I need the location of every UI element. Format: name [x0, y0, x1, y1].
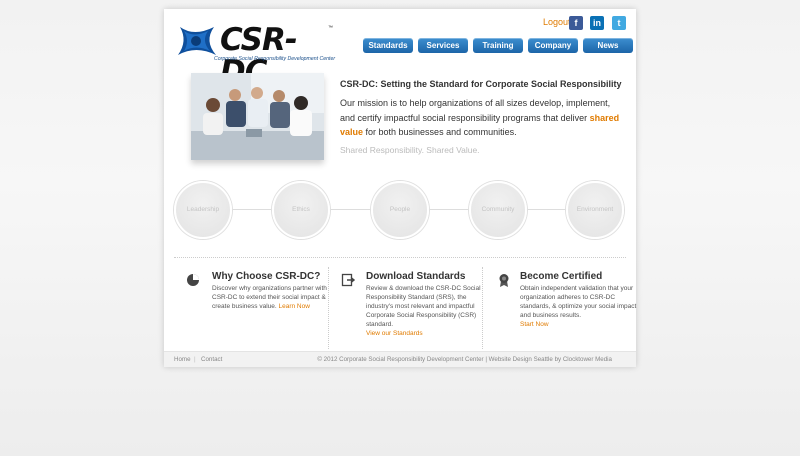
feature-text: Obtain independent validation that your …: [520, 284, 640, 329]
feature-description: Obtain independent validation that your …: [520, 285, 637, 319]
footer-separator: |: [194, 356, 196, 363]
page-container: CSR-DC ™ Corporate Social Responsibility…: [164, 9, 636, 367]
hero-team-photo: [191, 73, 324, 160]
logo-puzzle-icon: [178, 27, 216, 55]
award-ribbon-icon: [499, 274, 509, 287]
nav-training[interactable]: Training: [473, 38, 523, 53]
feature-become-certified: Become Certified Obtain independent vali…: [520, 271, 640, 329]
hero-mission-text: Our mission is to help organizations of …: [340, 96, 625, 140]
team-meeting-illustration: [191, 73, 324, 160]
twitter-icon[interactable]: t: [612, 16, 626, 30]
pie-chart-icon: [187, 274, 199, 286]
circle-ethics[interactable]: Ethics: [272, 181, 330, 239]
nav-services[interactable]: Services: [418, 38, 468, 53]
csr-dc-logo[interactable]: CSR-DC ™ Corporate Social Responsibility…: [174, 21, 336, 88]
footer-contact-link[interactable]: Contact: [201, 352, 222, 368]
logout-link[interactable]: Logout: [543, 17, 571, 27]
learn-now-link[interactable]: Learn Now: [278, 303, 309, 310]
hero-text-part1: Our mission is to help organizations of …: [340, 98, 611, 123]
nav-news[interactable]: News: [583, 38, 633, 53]
column-separator: [482, 267, 483, 349]
nav-standards[interactable]: Standards: [363, 38, 413, 53]
linkedin-icon[interactable]: in: [590, 16, 604, 30]
nav-company[interactable]: Company: [528, 38, 578, 53]
circle-environment[interactable]: Environment: [566, 181, 624, 239]
section-divider: [174, 257, 626, 258]
feature-text: Review & download the CSR-DC Social Resp…: [366, 284, 486, 338]
start-now-link[interactable]: Start Now: [520, 321, 549, 328]
facebook-icon[interactable]: f: [569, 16, 583, 30]
feature-why-choose: Why Choose CSR-DC? Discover why organiza…: [212, 271, 332, 311]
feature-description: Review & download the CSR-DC Social Resp…: [366, 285, 481, 328]
feature-text: Discover why organizations partner with …: [212, 284, 332, 311]
download-icon: [341, 273, 355, 287]
hero-text-part2: for both businesses and communities.: [363, 127, 517, 137]
hero-title: CSR-DC: Setting the Standard for Corpora…: [340, 79, 622, 89]
footer-home-link[interactable]: Home: [174, 352, 191, 368]
feature-download-standards: Download Standards Review & download the…: [366, 271, 486, 338]
hero-tagline: Shared Responsibility. Shared Value.: [340, 145, 480, 155]
view-standards-link[interactable]: View our Standards: [366, 330, 423, 337]
feature-title: Become Certified: [520, 271, 603, 282]
logo-trademark: ™: [328, 25, 333, 31]
footer-copyright: © 2012 Corporate Social Responsibility D…: [317, 356, 612, 363]
feature-title: Download Standards: [366, 271, 466, 282]
logo-tagline: Corporate Social Responsibility Developm…: [214, 56, 336, 62]
circle-people[interactable]: People: [371, 181, 429, 239]
feature-title: Why Choose CSR-DC?: [212, 271, 321, 282]
circle-community[interactable]: Community: [469, 181, 527, 239]
column-separator: [328, 267, 329, 349]
footer: Home | Contact © 2012 Corporate Social R…: [164, 351, 636, 367]
circle-leadership[interactable]: Leadership: [174, 181, 232, 239]
